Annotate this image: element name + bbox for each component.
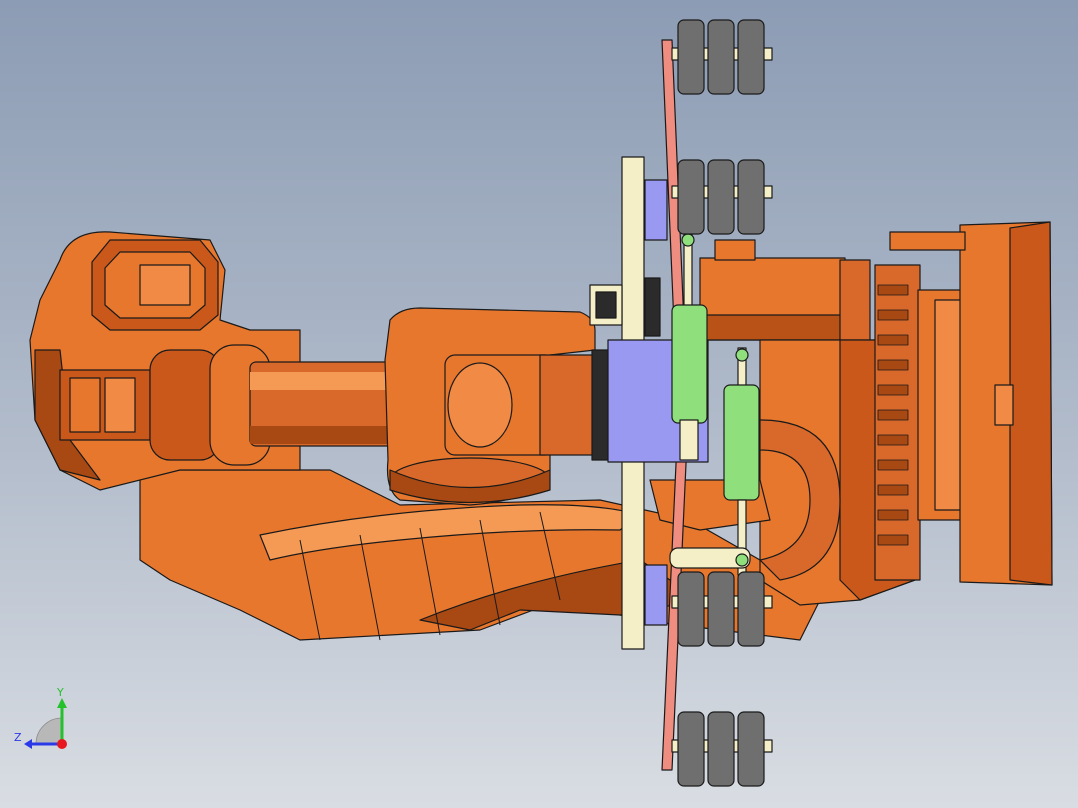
- main-shaft-shadow: [250, 426, 400, 444]
- main-shaft-highlight: [250, 372, 400, 390]
- base-mount-bolt: [994, 384, 1014, 426]
- x-axis-dot: [57, 739, 67, 749]
- roller-set-1[interactable]: [671, 19, 773, 95]
- base-mount-tab-top: [889, 231, 966, 251]
- connector-housing: [644, 277, 661, 337]
- roller-set-2[interactable]: [671, 159, 773, 235]
- z-axis-label: Z: [14, 731, 22, 744]
- pneumatic-cylinder-right[interactable]: [723, 384, 760, 501]
- cylinder-end-left: [679, 419, 699, 461]
- base-mount-plate-shadow: [1009, 221, 1053, 586]
- upper-motor-end[interactable]: [839, 259, 871, 343]
- pneumatic-cylinder-left[interactable]: [671, 304, 708, 424]
- roller-set-4[interactable]: [671, 711, 773, 787]
- motor-cap-face: [139, 264, 191, 306]
- cylinder-pivot-top: [681, 233, 695, 247]
- upper-motor-cap: [714, 239, 756, 261]
- left-pivot-ring: [69, 377, 101, 433]
- left-pivot-ring-2: [104, 377, 136, 433]
- coordinate-triad-icon: Y Z: [14, 686, 67, 749]
- base-flange-step: [934, 299, 964, 511]
- cylinder-pivot-bottom: [735, 553, 749, 567]
- y-axis-label: Y: [56, 686, 64, 699]
- triad-quarter-disc: [35, 717, 63, 745]
- y-axis-arrow: [57, 698, 67, 708]
- connector-clip: [595, 291, 617, 319]
- roller-set-3[interactable]: [671, 571, 773, 647]
- z-axis-arrow: [24, 739, 32, 749]
- cad-viewport[interactable]: Y Z: [0, 0, 1078, 808]
- adapter-block-top[interactable]: [644, 179, 668, 241]
- wrist-bearing: [447, 362, 513, 448]
- adapter-block-bottom[interactable]: [644, 564, 668, 626]
- robot-arm-model[interactable]: [0, 0, 1078, 808]
- cylinder-pivot-mid: [735, 348, 749, 362]
- upper-motor-shadow: [699, 314, 846, 341]
